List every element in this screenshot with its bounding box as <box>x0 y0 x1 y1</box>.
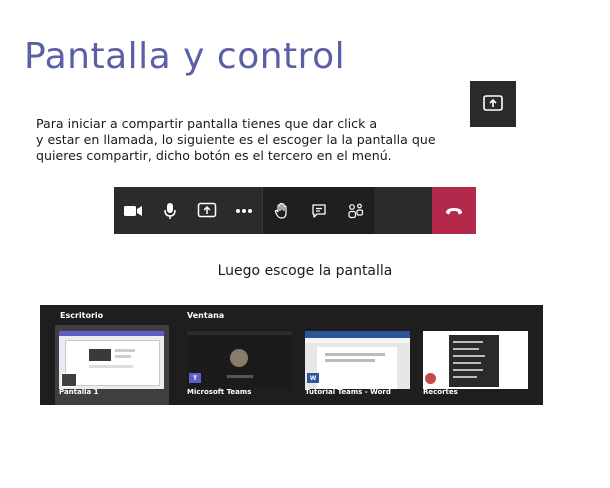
toolbar-secondary-group <box>263 187 374 234</box>
call-toolbar <box>114 187 476 234</box>
desktop-section-label: Escritorio <box>60 311 104 320</box>
chat-icon <box>311 203 326 218</box>
more-options-icon <box>235 208 252 213</box>
snipping-tool-icon <box>425 373 436 384</box>
participants-icon <box>347 203 363 218</box>
page-title: Pantalla y control <box>24 36 346 77</box>
tile-thumbnail <box>305 331 410 389</box>
monitor-icon <box>61 373 77 387</box>
share-screen-button[interactable] <box>188 187 225 234</box>
share-tile-snipping[interactable]: Recortes <box>419 325 533 405</box>
teams-app-icon: T <box>189 373 201 383</box>
section-subtitle: Luego escoge la pantalla <box>217 263 393 279</box>
share-tile-label: Recortes <box>423 388 458 396</box>
window-section-label: Ventana <box>187 311 225 320</box>
camera-button[interactable] <box>114 187 151 234</box>
word-app-icon: W <box>307 373 319 383</box>
share-screen-icon <box>197 202 216 218</box>
camera-icon <box>123 205 142 216</box>
share-tile-desktop[interactable]: Pantalla 1 <box>55 325 169 405</box>
instructions-line-3: quieres compartir, dicho botón es el ter… <box>36 148 392 163</box>
more-options-button[interactable] <box>225 187 262 234</box>
instructions-paragraph: Para iniciar a compartir pantalla tienes… <box>36 116 596 164</box>
share-tile-word[interactable]: W Tutorial Teams - Word <box>301 325 415 405</box>
microphone-button[interactable] <box>151 187 188 234</box>
hang-up-icon <box>446 207 462 214</box>
raise-hand-button[interactable] <box>263 187 300 234</box>
raise-hand-icon <box>274 202 287 219</box>
participants-button[interactable] <box>337 187 374 234</box>
tile-thumbnail <box>423 331 528 389</box>
chat-button[interactable] <box>300 187 337 234</box>
screen-share-picker: Escritorio Ventana Pantalla 1 T Microsof… <box>40 305 543 405</box>
share-tile-label: Pantalla 1 <box>59 388 99 396</box>
instructions-line-2: y estar en llamada, lo siguiente es el e… <box>36 132 436 147</box>
share-tile-teams[interactable]: T Microsoft Teams <box>183 325 297 405</box>
hang-up-button[interactable] <box>432 187 476 234</box>
instructions-line-1: Para iniciar a compartir pantalla tienes… <box>36 116 378 131</box>
microphone-icon <box>163 202 176 219</box>
tile-thumbnail <box>187 331 292 389</box>
share-tile-label: Microsoft Teams <box>187 388 252 396</box>
share-tile-label: Tutorial Teams - Word <box>305 388 391 396</box>
share-screen-icon <box>483 95 503 111</box>
